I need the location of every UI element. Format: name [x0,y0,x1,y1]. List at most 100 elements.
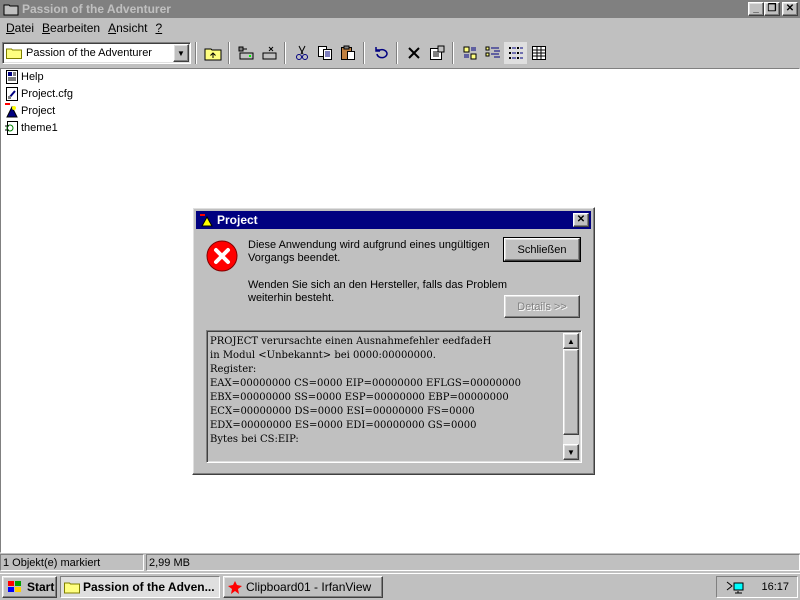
cut-icon [295,45,308,60]
dialog-title-bar[interactable]: Project ✕ [196,211,591,229]
close-button[interactable]: ✕ [782,2,798,16]
chevron-down-icon[interactable]: ▼ [173,44,189,62]
scroll-track[interactable] [563,435,579,444]
system-tray: 16:17 [716,576,798,598]
menu-datei[interactable]: Datei [2,21,38,35]
file-name: Project [21,105,56,117]
map-drive-icon [238,46,253,60]
toolbar-separator [452,42,454,64]
small-icons-icon [485,46,500,58]
menu-bar: Datei Bearbeiten Ansicht ? [0,19,800,37]
maximize-button[interactable]: ❐ [764,2,780,16]
toolbar: Passion of the Adventurer ▼ [0,39,800,67]
windows-logo-icon [8,581,21,592]
details-text: PROJECT verursachte einen Ausnahmefehler… [210,335,562,459]
scroll-thumb[interactable] [563,349,579,435]
folder-icon [6,48,22,59]
start-label: Start [27,580,55,594]
folder-combo-value: Passion of the Adventurer [26,47,152,59]
status-bar: 1 Objekt(e) markiert 2,99 MB [0,554,800,572]
details-line: PROJECT verursachte einen Ausnahmefehler… [210,336,492,347]
file-name: theme1 [21,122,58,134]
menu-help[interactable]: ? [151,21,166,35]
clock[interactable]: 16:17 [761,581,789,593]
disconnect-drive-button[interactable] [257,42,280,64]
status-size: 2,99 MB [146,554,800,571]
details-line: in Modul <Unbekannt> bei 0000:00000000. [210,350,436,361]
task-label: Clipboard01 - IrfanView [246,580,372,594]
theme-file-icon [5,121,18,135]
undo-icon [374,47,388,59]
vendor-message: Wenden Sie sich an den Hersteller, falls… [248,279,508,304]
status-selection: 1 Objekt(e) markiert [0,554,144,571]
error-message: Diese Anwendung wird aufgrund eines ungü… [248,239,490,264]
toolbar-separator [284,42,286,64]
paste-button[interactable] [336,42,359,64]
list-item[interactable]: theme1 [4,120,58,136]
file-name: Help [21,71,44,83]
error-icon [206,240,238,272]
details-line: EBX=00000000 SS=0000 ESP=00000000 EBP=00… [210,392,509,403]
list-icon [508,47,523,59]
cut-button[interactable] [290,42,313,64]
toolbar-separator [195,42,197,64]
details-line: EDX=00000000 ES=0000 EDI=00000000 GS=000… [210,420,477,431]
folder-icon [3,4,19,16]
file-name: Project.cfg [21,88,73,100]
folder-icon [64,582,80,594]
window-title-bar[interactable]: Passion of the Adventurer _ ❐ ✕ [0,0,800,18]
details-line: ECX=00000000 DS=0000 ESI=00000000 FS=000… [210,406,475,417]
task-passion[interactable]: Passion of the Adven... [60,576,220,598]
dialog-title: Project [217,213,258,227]
delete-icon [407,47,420,59]
error-dialog[interactable]: Project ✕ Diese Anwendung wird aufgrund … [192,207,595,475]
toolbar-separator [363,42,365,64]
properties-button[interactable] [425,42,448,64]
paste-icon [340,45,355,60]
app-icon [200,214,213,227]
help-file-icon [6,70,18,84]
start-button[interactable]: Start [2,576,57,598]
delete-button[interactable] [402,42,425,64]
up-folder-button[interactable] [201,42,224,64]
vertical-scrollbar[interactable]: ▲ ▼ [563,333,579,460]
menu-ansicht[interactable]: Ansicht [104,21,151,35]
list-item[interactable]: Help [4,69,44,85]
menu-bearbeiten[interactable]: Bearbeiten [38,21,104,35]
folder-combo[interactable]: Passion of the Adventurer ▼ [2,42,191,64]
copy-icon [317,46,332,60]
schliessen-button[interactable]: Schließen [503,237,581,262]
toolbar-separator [228,42,230,64]
details-icon [531,46,546,60]
small-icons-button[interactable] [481,42,504,64]
copy-button[interactable] [313,42,336,64]
scroll-up-icon[interactable]: ▲ [563,333,579,349]
tray-display-icon[interactable] [725,579,747,595]
details-line: Bytes bei CS:EIP: [210,434,299,445]
details-line: Register: [210,364,257,375]
details-line: EAX=00000000 CS=0000 EIP=00000000 EFLGS=… [210,378,522,389]
toolbar-separator [396,42,398,64]
list-item[interactable]: Project [4,103,55,119]
details-button[interactable]: Details >> [504,295,580,318]
details-textbox[interactable]: PROJECT verursachte einen Ausnahmefehler… [206,330,582,463]
map-drive-button[interactable] [234,42,257,64]
list-item[interactable]: Project.cfg [4,86,73,102]
scroll-down-icon[interactable]: ▼ [563,444,579,460]
list-view-button[interactable] [504,42,527,64]
details-view-button[interactable] [527,42,550,64]
dialog-close-button[interactable]: ✕ [573,213,589,227]
taskbar: Start Passion of the Adven... Clipboard0… [0,573,800,600]
cfg-file-icon [6,87,18,101]
properties-icon [429,45,444,60]
minimize-button[interactable]: _ [748,2,764,16]
exe-file-icon [5,103,18,118]
up-folder-icon [204,48,221,61]
undo-button[interactable] [369,42,392,64]
large-icons-icon [463,46,476,60]
disconnect-drive-icon [262,46,276,60]
large-icons-button[interactable] [458,42,481,64]
irfanview-icon [228,581,242,594]
task-irfanview[interactable]: Clipboard01 - IrfanView [223,576,383,598]
task-label: Passion of the Adven... [83,580,215,594]
